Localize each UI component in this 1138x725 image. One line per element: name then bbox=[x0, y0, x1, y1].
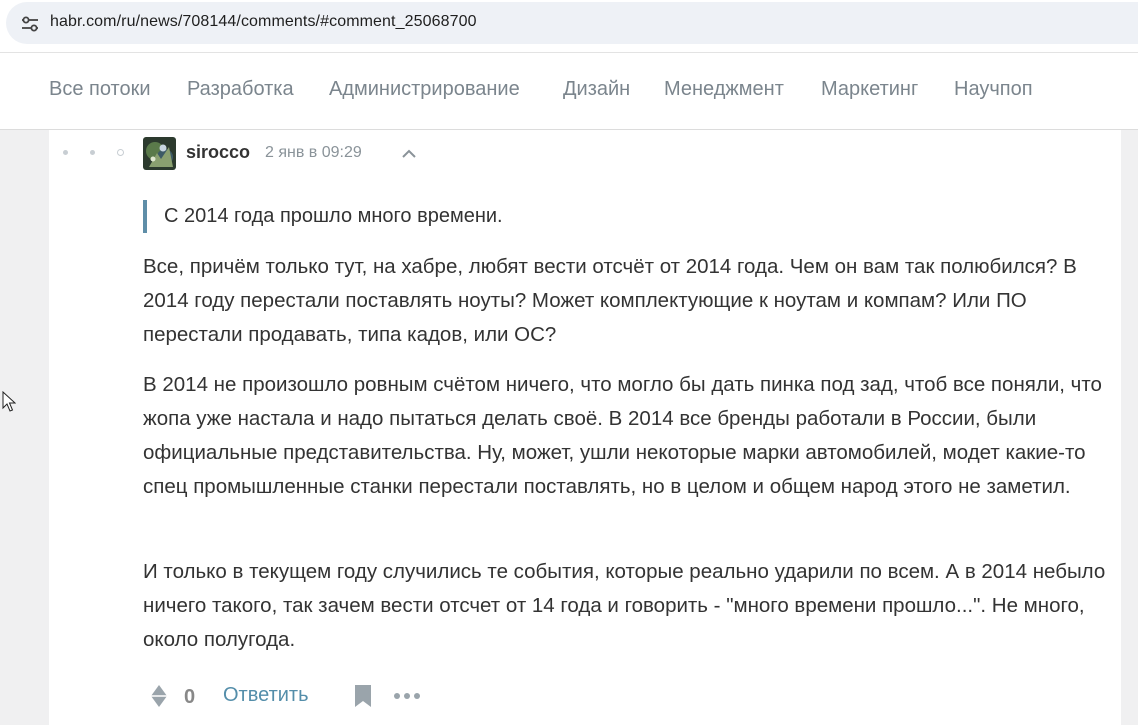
more-icon[interactable] bbox=[393, 691, 421, 701]
tune-icon[interactable] bbox=[20, 14, 40, 34]
nav-item-development[interactable]: Разработка bbox=[187, 78, 294, 101]
url-field[interactable]: habr.com/ru/news/708144/comments/#commen… bbox=[6, 2, 1138, 44]
mouse-cursor-icon bbox=[2, 391, 16, 412]
quote-block: С 2014 года прошло много времени. bbox=[143, 200, 503, 233]
category-nav: Все потоки Разработка Администрирование … bbox=[0, 53, 1138, 130]
bookmark-icon[interactable] bbox=[354, 684, 372, 708]
comment-paragraph: Все, причём только тут, на хабре, любят … bbox=[143, 255, 1077, 346]
vote-icon[interactable] bbox=[150, 684, 168, 708]
thread-level-dot bbox=[90, 150, 95, 155]
comment-author[interactable]: sirocco bbox=[186, 142, 250, 163]
browser-address-bar: habr.com/ru/news/708144/comments/#commen… bbox=[0, 0, 1138, 53]
nav-item-popsci[interactable]: Научпоп bbox=[954, 78, 1033, 101]
avatar[interactable] bbox=[143, 137, 176, 170]
reply-button[interactable]: Ответить bbox=[223, 684, 309, 707]
comment-score: 0 bbox=[184, 686, 196, 708]
nav-item-design[interactable]: Дизайн bbox=[563, 78, 630, 101]
nav-item-all-flows[interactable]: Все потоки bbox=[49, 78, 151, 101]
comment-paragraph: В 2014 не произошло ровным счётом ничего… bbox=[143, 373, 1102, 498]
nav-item-administration[interactable]: Администрирование bbox=[329, 78, 520, 101]
thread-level-ring bbox=[117, 149, 124, 156]
comment-paragraph: И только в текущем году случились те соб… bbox=[143, 560, 1106, 651]
nav-item-management[interactable]: Менеджмент bbox=[664, 78, 784, 101]
thread-level-dot bbox=[63, 150, 68, 155]
chevron-up-icon[interactable] bbox=[400, 145, 418, 163]
url-text[interactable]: habr.com/ru/news/708144/comments/#commen… bbox=[50, 13, 477, 31]
comment-card: sirocco 2 янв в 09:29 С 2014 года прошло… bbox=[49, 130, 1121, 725]
nav-item-marketing[interactable]: Маркетинг bbox=[821, 78, 918, 101]
comment-timestamp[interactable]: 2 янв в 09:29 bbox=[265, 144, 362, 162]
